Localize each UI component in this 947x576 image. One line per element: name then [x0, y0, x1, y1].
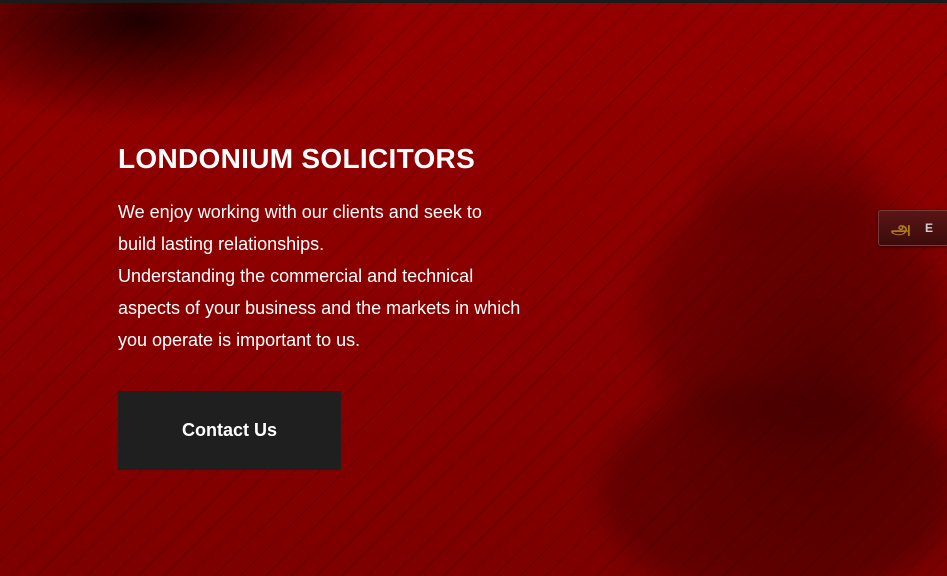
contact-us-button[interactable]: Contact Us — [118, 391, 341, 470]
background-image-shade — [600, 380, 947, 576]
hero-title: LONDONIUM SOLICITORS — [118, 143, 476, 174]
hero-description: We enjoy working with our clients and se… — [118, 196, 598, 356]
hero-description-line: Understanding the commercial and technic… — [118, 266, 474, 286]
hero-description-line: We enjoy working with our clients and se… — [118, 202, 482, 222]
hero-description-line: you operate is important to us. — [118, 330, 361, 350]
language-toggle-label: E — [925, 221, 934, 235]
language-toggle-widget[interactable]: அ E — [878, 210, 947, 246]
background-image-shade — [700, 130, 880, 250]
hero-description-line: build lasting relationships. — [118, 234, 325, 254]
translate-icon: அ — [891, 218, 912, 238]
top-edge-bar — [0, 0, 947, 3]
hero-content: LONDONIUM SOLICITORS We enjoy working wi… — [118, 140, 598, 356]
hero-description-line: aspects of your business and the markets… — [118, 298, 521, 318]
hero-section: LONDONIUM SOLICITORS We enjoy working wi… — [0, 0, 947, 576]
